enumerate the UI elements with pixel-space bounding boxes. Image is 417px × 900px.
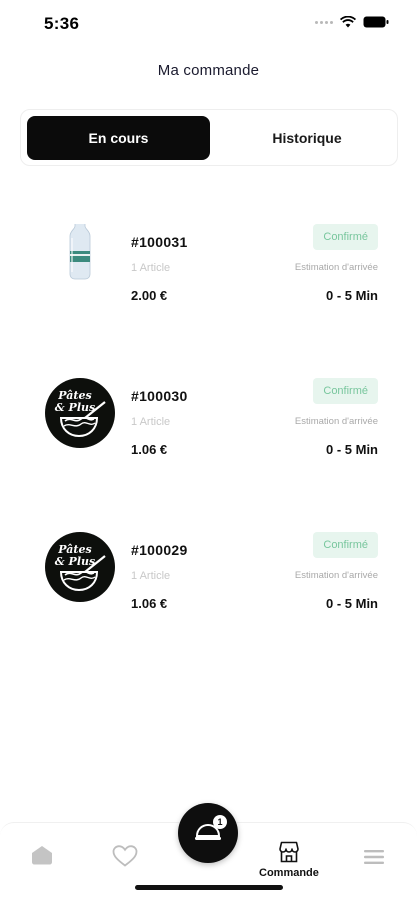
order-price: 1.06 €: [131, 442, 168, 457]
status-badge: Confirmé: [313, 378, 378, 404]
order-article-count: 1 Article: [131, 570, 171, 582]
order-article-count: 1 Article: [131, 262, 171, 274]
eta-value: 0 - 5 Min: [325, 442, 378, 457]
pates-plus-logo: Pâtes & Plus: [45, 378, 115, 448]
tab-commande[interactable]: Commande: [259, 840, 319, 879]
page-title: Ma commande: [157, 62, 260, 79]
order-price: 1.06 €: [131, 596, 168, 611]
logo-text-line2: & Plus: [55, 401, 95, 414]
status-time: 5:36: [44, 14, 80, 33]
order-price: 2.00 €: [131, 288, 168, 303]
eta-value: 0 - 5 Min: [325, 596, 378, 611]
home-indicator: [135, 885, 283, 890]
status-bar: 5:36: [0, 0, 417, 46]
order-number: #100030: [131, 388, 188, 404]
order-segmented-control: En cours Historique: [20, 109, 398, 166]
order-number: #100031: [131, 234, 188, 250]
water-bottle-icon: [45, 216, 115, 294]
eta-label: Estimation d'arrivée: [294, 570, 378, 581]
cart-count-badge: 1: [213, 815, 227, 829]
logo-text-line2: & Plus: [55, 555, 95, 568]
menu-icon: [364, 850, 384, 864]
eta-label: Estimation d'arrivée: [294, 262, 378, 273]
signal-icon: [315, 20, 333, 24]
tab-favorites[interactable]: [112, 845, 138, 867]
tab-home[interactable]: [31, 845, 53, 865]
eta-value: 0 - 5 Min: [325, 288, 378, 303]
order-item[interactable]: #100031 1 Article 2.00 € Confirmé Estima…: [0, 216, 417, 344]
order-item[interactable]: Pâtes & Plus #100030 1 Article 1.06 € Co…: [0, 378, 417, 498]
tab-en-cours[interactable]: En cours: [27, 116, 210, 160]
status-icons: [315, 16, 389, 28]
store-icon: [279, 841, 299, 863]
cart-button[interactable]: 1: [178, 803, 238, 863]
order-article-count: 1 Article: [131, 416, 171, 428]
battery-icon: [363, 16, 389, 28]
tab-menu[interactable]: [364, 849, 384, 865]
pates-plus-logo: Pâtes & Plus: [45, 532, 115, 602]
order-item[interactable]: Pâtes & Plus #100029 1 Article 1.06 € Co…: [0, 532, 417, 652]
tab-commande-label: Commande: [259, 867, 319, 879]
order-number: #100029: [131, 542, 188, 558]
eta-label: Estimation d'arrivée: [294, 416, 378, 427]
status-badge: Confirmé: [313, 532, 378, 558]
home-icon: [32, 846, 52, 865]
status-badge: Confirmé: [313, 224, 378, 250]
heart-icon: [112, 845, 138, 867]
wifi-icon: [340, 16, 356, 28]
tab-historique[interactable]: Historique: [222, 116, 392, 160]
